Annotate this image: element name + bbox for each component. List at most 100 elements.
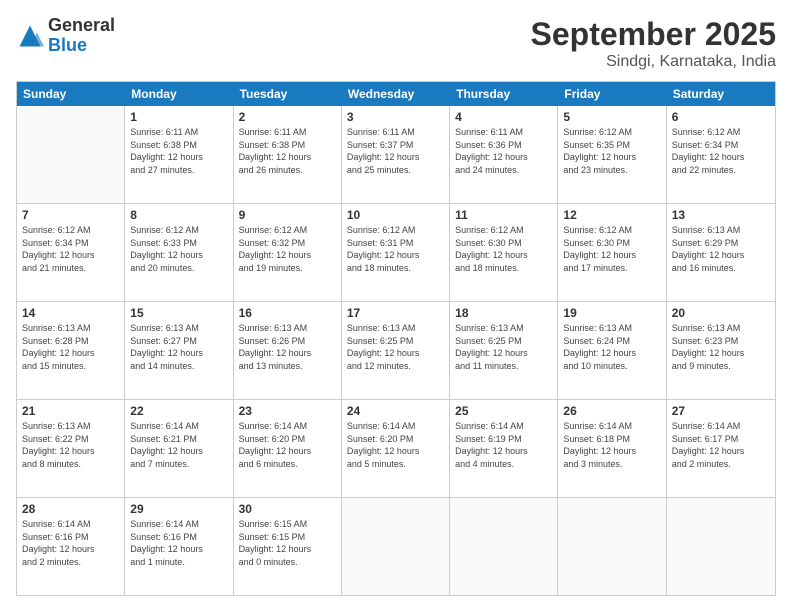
day-number: 8 [130, 208, 227, 222]
cal-cell: 20Sunrise: 6:13 AM Sunset: 6:23 PM Dayli… [667, 302, 775, 399]
logo-general: General [48, 16, 115, 36]
day-number: 19 [563, 306, 660, 320]
cal-cell: 22 Sunrise: 6:14 AM Sunset: 6:21 PM Dayli… [125, 400, 233, 497]
day-info: Sunrise: 6:14 AM Sunset: 6:20 PM Dayligh… [347, 420, 444, 470]
cal-cell: 23Sunrise: 6:14 AM Sunset: 6:20 PM Dayli… [234, 400, 342, 497]
day-number: 22 [130, 404, 227, 418]
day-info: Sunrise: 6:13 AM Sunset: 6:29 PM Dayligh… [672, 224, 770, 274]
cal-cell: 5 Sunrise: 6:12 AM Sunset: 6:35 PM Daylig… [558, 106, 666, 203]
cal-cell: 26 Sunrise: 6:14 AM Sunset: 6:18 PM Dayli… [558, 400, 666, 497]
cal-header-day: Wednesday [342, 82, 450, 106]
logo-icon [16, 22, 44, 50]
cal-header-day: Thursday [450, 82, 558, 106]
day-info: Sunrise: 6:11 AM Sunset: 6:36 PM Dayligh… [455, 126, 552, 176]
day-number: 12 [563, 208, 660, 222]
day-number: 30 [239, 502, 336, 516]
day-number: 2 [239, 110, 336, 124]
cal-cell: 17 Sunrise: 6:13 AM Sunset: 6:25 PM Dayli… [342, 302, 450, 399]
cal-cell: 19 Sunrise: 6:13 AM Sunset: 6:24 PM Dayli… [558, 302, 666, 399]
day-info: Sunrise: 6:12 AM Sunset: 6:30 PM Dayligh… [455, 224, 552, 274]
day-info: Sunrise: 6:11 AM Sunset: 6:37 PM Dayligh… [347, 126, 444, 176]
day-info: Sunrise: 6:14 AM Sunset: 6:20 PM Dayligh… [239, 420, 336, 470]
day-number: 16 [239, 306, 336, 320]
cal-cell: 16Sunrise: 6:13 AM Sunset: 6:26 PM Dayli… [234, 302, 342, 399]
logo-blue: Blue [48, 36, 115, 56]
day-number: 13 [672, 208, 770, 222]
day-info: Sunrise: 6:12 AM Sunset: 6:35 PM Dayligh… [563, 126, 660, 176]
day-number: 21 [22, 404, 119, 418]
cal-header-day: Sunday [17, 82, 125, 106]
day-info: Sunrise: 6:14 AM Sunset: 6:16 PM Dayligh… [22, 518, 119, 568]
day-number: 26 [563, 404, 660, 418]
day-info: Sunrise: 6:14 AM Sunset: 6:19 PM Dayligh… [455, 420, 552, 470]
cal-row: 21 Sunrise: 6:13 AM Sunset: 6:22 PM Dayli… [17, 400, 775, 498]
day-info: Sunrise: 6:14 AM Sunset: 6:16 PM Dayligh… [130, 518, 227, 568]
cal-cell: 29Sunrise: 6:14 AM Sunset: 6:16 PM Dayli… [125, 498, 233, 595]
main-title: September 2025 [531, 16, 776, 53]
cal-cell [667, 498, 775, 595]
header: General Blue September 2025 Sindgi, Karn… [16, 16, 776, 71]
day-number: 7 [22, 208, 119, 222]
cal-cell: 18Sunrise: 6:13 AM Sunset: 6:25 PM Dayli… [450, 302, 558, 399]
day-info: Sunrise: 6:11 AM Sunset: 6:38 PM Dayligh… [239, 126, 336, 176]
cal-cell: 10 Sunrise: 6:12 AM Sunset: 6:31 PM Dayli… [342, 204, 450, 301]
cal-cell: 7 Sunrise: 6:12 AM Sunset: 6:34 PM Daylig… [17, 204, 125, 301]
day-number: 25 [455, 404, 552, 418]
day-number: 15 [130, 306, 227, 320]
cal-cell: 30 Sunrise: 6:15 AM Sunset: 6:15 PM Dayli… [234, 498, 342, 595]
cal-cell: 3 Sunrise: 6:11 AM Sunset: 6:37 PM Daylig… [342, 106, 450, 203]
day-info: Sunrise: 6:14 AM Sunset: 6:21 PM Dayligh… [130, 420, 227, 470]
cal-cell: 21 Sunrise: 6:13 AM Sunset: 6:22 PM Dayli… [17, 400, 125, 497]
cal-cell: 8Sunrise: 6:12 AM Sunset: 6:33 PM Daylig… [125, 204, 233, 301]
cal-cell: 24 Sunrise: 6:14 AM Sunset: 6:20 PM Dayli… [342, 400, 450, 497]
day-info: Sunrise: 6:15 AM Sunset: 6:15 PM Dayligh… [239, 518, 336, 568]
cal-cell: 15 Sunrise: 6:13 AM Sunset: 6:27 PM Dayli… [125, 302, 233, 399]
day-info: Sunrise: 6:13 AM Sunset: 6:25 PM Dayligh… [455, 322, 552, 372]
day-number: 5 [563, 110, 660, 124]
day-number: 6 [672, 110, 770, 124]
day-info: Sunrise: 6:13 AM Sunset: 6:25 PM Dayligh… [347, 322, 444, 372]
day-info: Sunrise: 6:13 AM Sunset: 6:24 PM Dayligh… [563, 322, 660, 372]
cal-row: 14Sunrise: 6:13 AM Sunset: 6:28 PM Dayli… [17, 302, 775, 400]
day-info: Sunrise: 6:12 AM Sunset: 6:34 PM Dayligh… [22, 224, 119, 274]
day-number: 24 [347, 404, 444, 418]
day-info: Sunrise: 6:13 AM Sunset: 6:28 PM Dayligh… [22, 322, 119, 372]
cal-row: 1Sunrise: 6:11 AM Sunset: 6:38 PM Daylig… [17, 106, 775, 204]
day-info: Sunrise: 6:12 AM Sunset: 6:31 PM Dayligh… [347, 224, 444, 274]
day-info: Sunrise: 6:11 AM Sunset: 6:38 PM Dayligh… [130, 126, 227, 176]
day-info: Sunrise: 6:12 AM Sunset: 6:32 PM Dayligh… [239, 224, 336, 274]
cal-cell: 1Sunrise: 6:11 AM Sunset: 6:38 PM Daylig… [125, 106, 233, 203]
subtitle: Sindgi, Karnataka, India [531, 53, 776, 71]
cal-header-day: Tuesday [234, 82, 342, 106]
cal-header-day: Saturday [667, 82, 775, 106]
day-number: 28 [22, 502, 119, 516]
cal-cell: 13 Sunrise: 6:13 AM Sunset: 6:29 PM Dayli… [667, 204, 775, 301]
calendar-header: SundayMondayTuesdayWednesdayThursdayFrid… [17, 82, 775, 106]
cal-cell: 6Sunrise: 6:12 AM Sunset: 6:34 PM Daylig… [667, 106, 775, 203]
day-number: 27 [672, 404, 770, 418]
day-number: 4 [455, 110, 552, 124]
logo-text: General Blue [48, 16, 115, 56]
cal-cell: 2 Sunrise: 6:11 AM Sunset: 6:38 PM Daylig… [234, 106, 342, 203]
day-info: Sunrise: 6:13 AM Sunset: 6:22 PM Dayligh… [22, 420, 119, 470]
day-info: Sunrise: 6:14 AM Sunset: 6:17 PM Dayligh… [672, 420, 770, 470]
day-number: 9 [239, 208, 336, 222]
cal-cell: 28 Sunrise: 6:14 AM Sunset: 6:16 PM Dayli… [17, 498, 125, 595]
cal-cell: 27 Sunrise: 6:14 AM Sunset: 6:17 PM Dayli… [667, 400, 775, 497]
day-number: 10 [347, 208, 444, 222]
cal-cell [558, 498, 666, 595]
cal-cell: 14Sunrise: 6:13 AM Sunset: 6:28 PM Dayli… [17, 302, 125, 399]
day-number: 17 [347, 306, 444, 320]
title-block: September 2025 Sindgi, Karnataka, India [531, 16, 776, 71]
cal-cell: 25 Sunrise: 6:14 AM Sunset: 6:19 PM Dayli… [450, 400, 558, 497]
cal-cell [17, 106, 125, 203]
day-info: Sunrise: 6:13 AM Sunset: 6:23 PM Dayligh… [672, 322, 770, 372]
day-info: Sunrise: 6:14 AM Sunset: 6:18 PM Dayligh… [563, 420, 660, 470]
day-info: Sunrise: 6:12 AM Sunset: 6:30 PM Dayligh… [563, 224, 660, 274]
calendar-body: 1Sunrise: 6:11 AM Sunset: 6:38 PM Daylig… [17, 106, 775, 595]
day-info: Sunrise: 6:13 AM Sunset: 6:27 PM Dayligh… [130, 322, 227, 372]
cal-cell: 4 Sunrise: 6:11 AM Sunset: 6:36 PM Daylig… [450, 106, 558, 203]
cal-cell: 12 Sunrise: 6:12 AM Sunset: 6:30 PM Dayli… [558, 204, 666, 301]
logo: General Blue [16, 16, 115, 56]
day-number: 3 [347, 110, 444, 124]
